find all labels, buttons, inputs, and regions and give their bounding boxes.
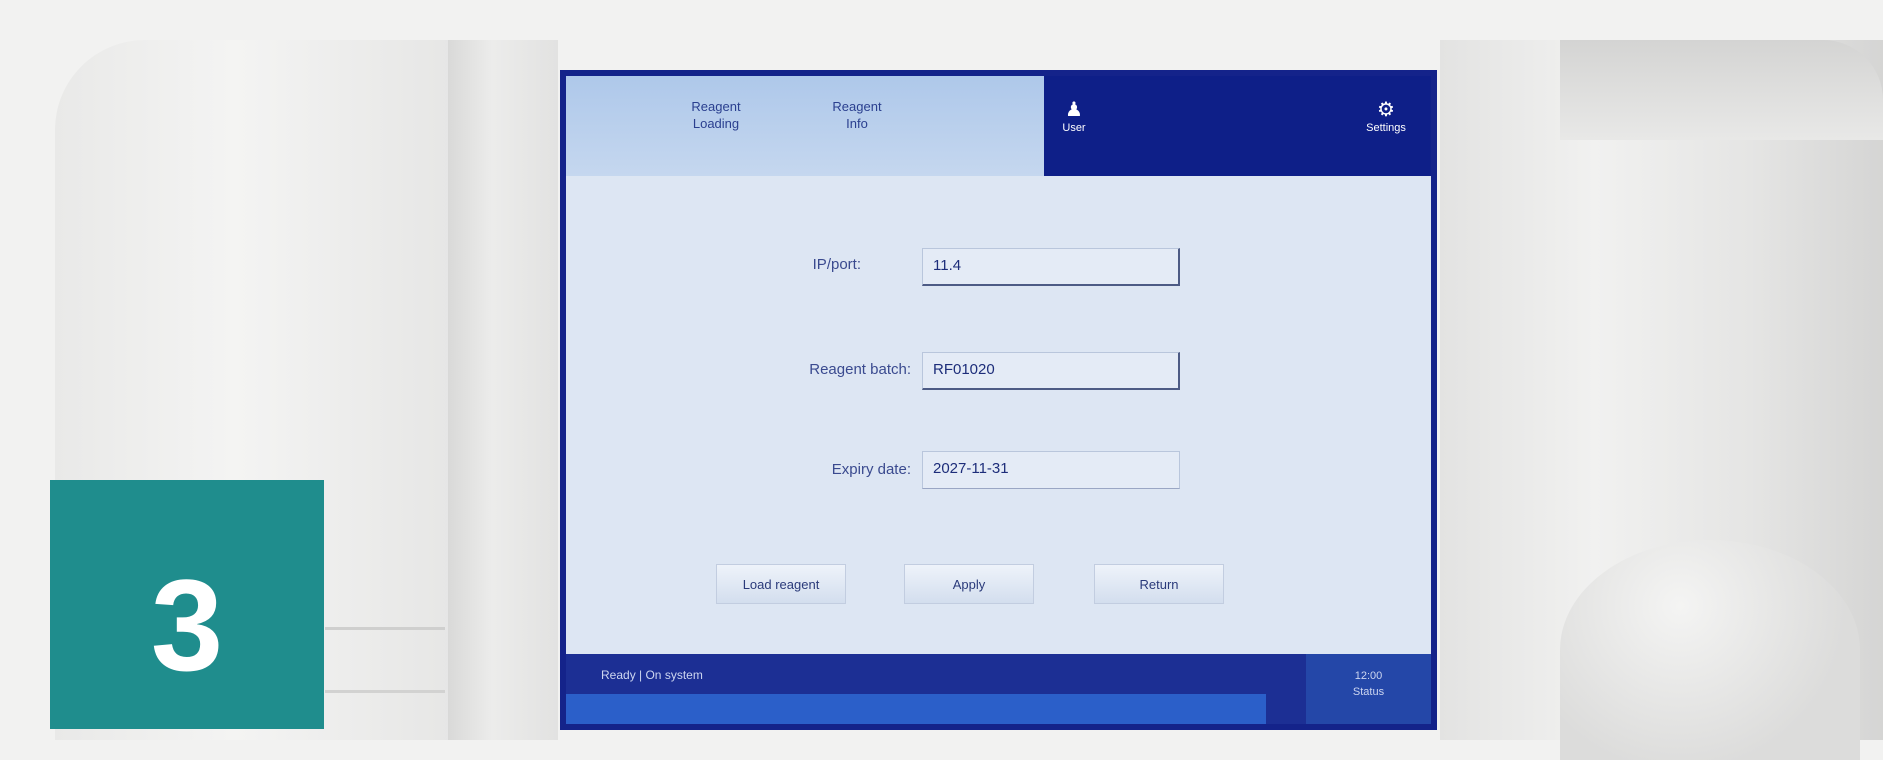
return-button[interactable]: Return	[1094, 564, 1224, 604]
device-housing-top-right	[1560, 40, 1883, 140]
status-side-text: 12:00 Status	[1352, 670, 1385, 698]
tab-strip: Reagent Loading Reagent Info	[566, 76, 1044, 176]
device-slot	[325, 690, 445, 693]
status-text: Ready | On system	[601, 668, 703, 682]
reagent-batch-field[interactable]: RF01020	[922, 352, 1180, 390]
expiry-date-label: Expiry date:	[831, 461, 911, 478]
top-bar: Reagent Loading Reagent Info ♟ User ⚙ Se…	[566, 76, 1431, 176]
device-housing-seam	[448, 40, 558, 740]
screen-content: Reagent Loading Reagent Info ♟ User ⚙ Se…	[566, 76, 1431, 724]
gear-icon: ⚙	[1377, 99, 1395, 121]
device-knob	[1560, 540, 1860, 760]
load-reagent-button[interactable]: Load reagent	[716, 564, 846, 604]
ip-port-field[interactable]: 11.4	[922, 248, 1180, 286]
user-label: User	[1062, 122, 1086, 134]
tab-reagent-loading[interactable]: Reagent Loading	[661, 98, 771, 132]
user-icon: ♟	[1065, 99, 1083, 121]
status-progress-strip	[566, 694, 1266, 724]
status-side-panel[interactable]: 12:00 Status	[1306, 654, 1431, 724]
apply-button[interactable]: Apply	[904, 564, 1034, 604]
reagent-batch-label: Reagent batch:	[809, 361, 911, 378]
settings-button[interactable]: ⚙ Settings	[1356, 98, 1416, 134]
step-number: 3	[150, 551, 224, 698]
ip-port-label: IP/port:	[812, 256, 861, 273]
device-screen: Reagent Loading Reagent Info ♟ User ⚙ Se…	[560, 70, 1437, 730]
expiry-date-field[interactable]: 2027-11-31	[922, 451, 1180, 489]
user-button[interactable]: ♟ User	[1054, 98, 1094, 134]
tab-label: Reagent Loading	[691, 99, 741, 131]
settings-label: Settings	[1366, 122, 1406, 134]
status-bar: Ready | On system 12:00 Status	[566, 654, 1431, 724]
tab-label: Reagent Info	[832, 99, 882, 131]
step-number-badge: 3	[50, 480, 324, 729]
tab-reagent-info[interactable]: Reagent Info	[802, 98, 912, 132]
device-slot	[325, 627, 445, 630]
